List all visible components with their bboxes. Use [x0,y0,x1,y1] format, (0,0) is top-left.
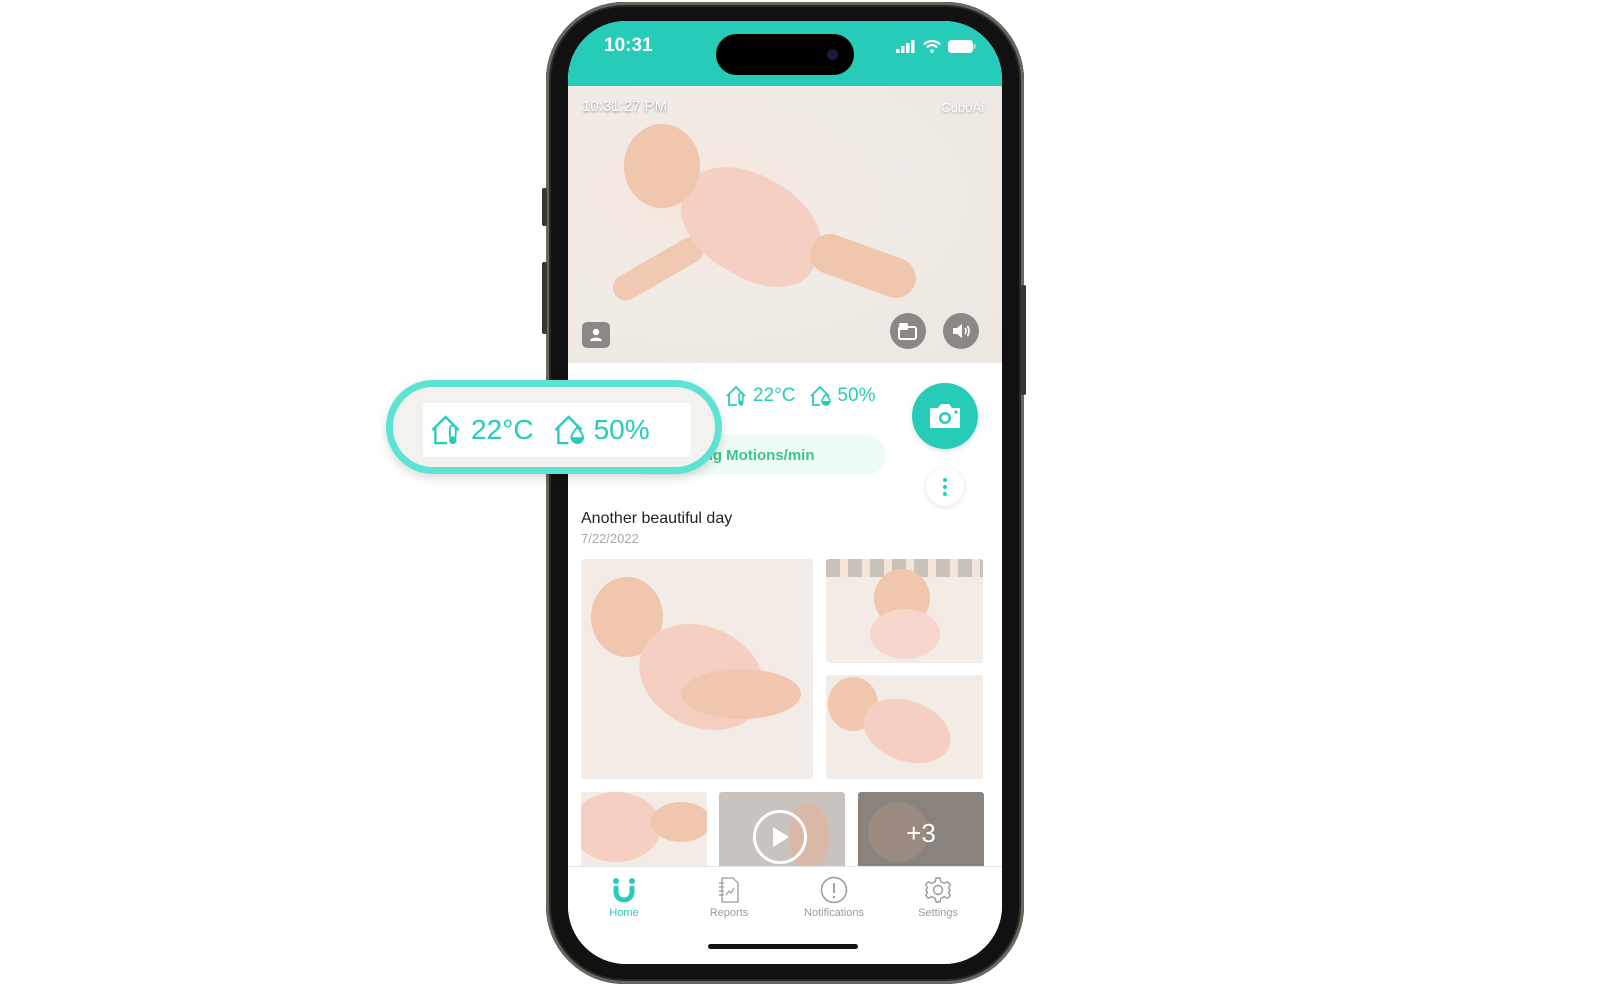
humidity-value: 50% [837,385,876,406]
album-date: 7/22/2022 [581,531,639,546]
battery-icon [948,40,976,53]
alert-icon [820,876,848,904]
tab-settings-label: Settings [918,907,958,919]
home-temperature-icon [726,385,746,406]
video-thumbnail[interactable] [719,792,845,872]
person-button[interactable] [582,322,610,348]
photo-thumbnail[interactable] [581,792,707,872]
tab-notifications-label: Notifications [804,907,864,919]
power-button [1021,285,1026,395]
environment-readout: 22°C 50% [725,385,875,407]
bottom-tab-bar: Home Reports Notifications Settings [568,866,1002,964]
snapshot-button[interactable] [912,383,978,449]
photo-thumbnail[interactable] [581,559,813,779]
home-humidity-icon [554,415,584,445]
camera-icon [930,404,960,428]
tab-settings[interactable]: Settings [888,875,988,919]
callout-temperature: 22°C [471,414,534,445]
status-time: 10:31 [604,35,653,56]
signal-icon [896,40,915,53]
brand-watermark: CuboAi [941,100,984,115]
more-options-button[interactable] [926,468,964,506]
report-icon [719,877,739,903]
app-screen: 10:31 10:31:27 PM CuboAi 22°C 50% Breath… [568,21,1002,964]
tab-reports[interactable]: Reports [679,875,779,919]
photo-thumbnail[interactable] [826,559,983,663]
person-icon [590,328,602,341]
more-photos-count: +3 [906,818,936,848]
gear-icon [925,877,951,903]
wifi-icon [923,40,941,53]
volume-button[interactable] [943,313,979,349]
volume-up-button [542,262,547,334]
album-title: Another beautiful day [581,510,733,527]
tab-home-label: Home [609,907,639,919]
home-indicator [708,944,858,949]
live-timestamp: 10:31:27 PM [582,98,668,115]
photo-thumbnail[interactable] [826,675,983,779]
home-humidity-icon [810,385,832,406]
status-bar: 10:31 [568,21,1002,86]
home-temperature-icon [431,415,460,445]
temperature-value: 22°C [753,385,796,406]
speaker-icon [953,324,970,338]
environment-callout: 22°C 50% [386,380,722,474]
mute-switch [542,188,547,226]
picture-in-picture-button[interactable] [890,313,926,349]
callout-humidity: 50% [593,414,650,445]
tab-home[interactable]: Home [574,875,674,919]
live-video-feed[interactable]: 10:31:27 PM CuboAi [568,86,1002,363]
more-photos-thumbnail[interactable]: +3 [858,792,984,872]
tab-notifications[interactable]: Notifications [784,875,884,919]
cubo-home-icon [613,878,635,903]
tab-reports-label: Reports [709,907,749,919]
dynamic-island [716,34,854,75]
pip-icon [898,323,917,340]
play-icon [753,810,807,864]
